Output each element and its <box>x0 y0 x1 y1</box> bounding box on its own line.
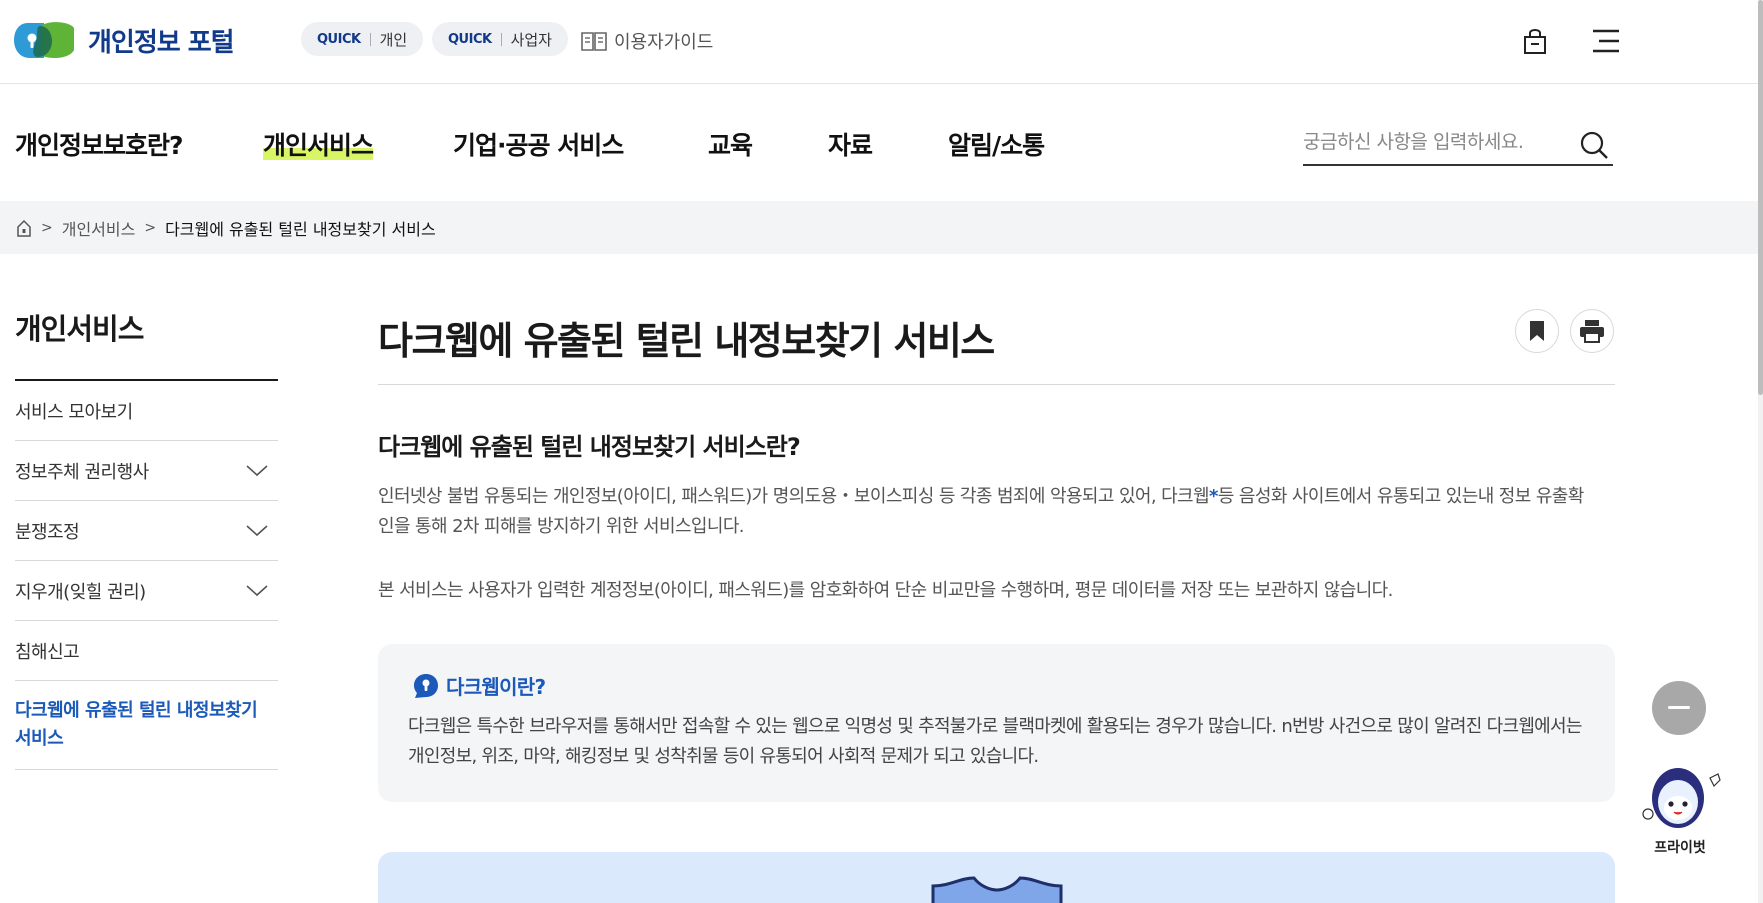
sidebar-item-overview[interactable]: 서비스 모아보기 <box>15 381 278 441</box>
quick-tag: QUICK <box>317 31 361 47</box>
sidebar-item-darkweb[interactable]: 다크웹에 유출된 털린 내정보찾기 서비스 <box>15 681 278 770</box>
divider <box>369 32 371 46</box>
breadcrumb: > 개인서비스 > 다크웹에 유출된 털린 내정보찾기 서비스 <box>0 201 1758 254</box>
gnb-item-notice[interactable]: 알림/소통 <box>948 126 1045 162</box>
sidebar-item-rights[interactable]: 정보주체 권리행사 <box>15 441 278 501</box>
gnb-item-business-service[interactable]: 기업·공공 서비스 <box>453 126 624 162</box>
site-logo[interactable]: 개인정보 포털 <box>14 20 235 60</box>
chatbot-label: 프라이벗 <box>1654 840 1706 856</box>
gnb-label: 개인서비스 <box>263 131 374 160</box>
breadcrumb-item[interactable]: 개인서비스 <box>62 216 136 240</box>
top-bar: 개인정보 포털 QUICK 개인 QUICK 사업자 이용자가이드 <box>0 0 1758 84</box>
sidebar-menu: 서비스 모아보기 정보주체 권리행사 분쟁조정 지우개(잊힐 권리) 침해신고 … <box>15 381 278 770</box>
chevron-right-icon: > <box>144 219 157 236</box>
global-navigation: 개인정보보호란? 개인서비스 기업·공공 서비스 교육 자료 알림/소통 <box>0 84 1758 201</box>
page-scrollbar[interactable] <box>1758 0 1763 903</box>
sidebar-title: 개인서비스 <box>15 312 144 346</box>
chatbot-button[interactable] <box>1638 762 1722 832</box>
gnb-label: 개인정보보호란? <box>15 131 184 160</box>
minus-icon <box>1668 706 1690 709</box>
divider <box>378 384 1615 385</box>
chevron-down-icon <box>246 584 268 596</box>
intro-text: 인터넷상 불법 유통되는 개인정보(아이디, 패스워드)가 명의도용・보이스피싱… <box>378 486 1210 507</box>
intro-paragraph: 인터넷상 불법 유통되는 개인정보(아이디, 패스워드)가 명의도용・보이스피싱… <box>378 482 1598 542</box>
info-heading: 다크웹이란? <box>412 671 546 700</box>
search-button[interactable] <box>1579 130 1609 164</box>
shield-icon <box>931 876 1063 903</box>
user-guide-link[interactable]: 이용자가이드 <box>580 28 713 54</box>
quick-personal-label: 개인 <box>379 30 408 49</box>
sidebar-item-label: 정보주체 권리행사 <box>15 461 149 483</box>
user-guide-label: 이용자가이드 <box>614 32 714 53</box>
privacy-paragraph: 본 서비스는 사용자가 입력한 계정정보(아이디, 패스워드)를 암호화하여 단… <box>378 580 1393 601</box>
print-button[interactable] <box>1570 309 1614 353</box>
page-title: 다크웹에 유출된 털린 내정보찾기 서비스 <box>378 319 995 363</box>
section-title: 다크웹에 유출된 털린 내정보찾기 서비스란? <box>378 433 801 461</box>
quick-business-label: 사업자 <box>510 30 552 49</box>
collapse-float-button[interactable] <box>1652 681 1706 735</box>
gnb-label: 교육 <box>708 131 753 160</box>
divider <box>500 32 502 46</box>
quick-tag: QUICK <box>448 31 492 47</box>
sidebar-item-report[interactable]: 침해신고 <box>15 621 278 681</box>
footnote-star: * <box>1208 486 1218 507</box>
bookmark-icon <box>1530 321 1544 341</box>
sidebar-item-label: 지우개(잊힐 권리) <box>15 581 146 603</box>
info-title: 다크웹이란? <box>446 675 546 699</box>
sidebar-item-eraser[interactable]: 지우개(잊힐 권리) <box>15 561 278 621</box>
sidebar-item-dispute[interactable]: 분쟁조정 <box>15 501 278 561</box>
sidebar-item-label: 분쟁조정 <box>15 521 80 543</box>
search-box <box>1303 122 1613 166</box>
gnb-item-resources[interactable]: 자료 <box>828 126 873 162</box>
bookmark-button[interactable] <box>1515 309 1559 353</box>
speech-lock-icon <box>414 673 438 698</box>
service-banner <box>378 852 1615 903</box>
scrollbar-thumb[interactable] <box>1758 0 1763 395</box>
sidebar-item-label: 침해신고 <box>15 641 80 663</box>
breadcrumb-current: 다크웹에 유출된 털린 내정보찾기 서비스 <box>165 219 436 239</box>
home-icon[interactable] <box>16 219 32 237</box>
menu-icon <box>1593 29 1619 53</box>
darkweb-info-box: 다크웹이란? 다크웹은 특수한 브라우저를 통해서만 접속할 수 있는 웹으로 … <box>378 644 1615 802</box>
gnb-item-personal-service[interactable]: 개인서비스 <box>263 126 374 162</box>
gnb-label: 자료 <box>828 131 873 160</box>
chatbot-mascot-icon <box>1642 768 1721 828</box>
info-text: 다크웹은 특수한 브라우저를 통해서만 접속할 수 있는 웹으로 익명성 및 추… <box>408 716 1582 767</box>
quick-business-button[interactable]: QUICK 사업자 <box>432 22 568 56</box>
gnb-label: 기업·공공 서비스 <box>453 131 624 160</box>
quick-personal-button[interactable]: QUICK 개인 <box>301 22 424 56</box>
logo-text: 개인정보 포털 <box>88 27 235 58</box>
sidebar-item-label: 다크웹에 유출된 털린 내정보찾기 서비스 <box>15 700 258 749</box>
chevron-down-icon <box>246 464 268 476</box>
gnb-item-education[interactable]: 교육 <box>708 126 753 162</box>
chevron-right-icon: > <box>41 219 53 236</box>
gnb-item-privacy[interactable]: 개인정보보호란? <box>15 126 184 162</box>
book-icon <box>581 32 607 51</box>
gnb-label: 알림/소통 <box>948 131 1045 160</box>
search-icon <box>1580 131 1608 159</box>
all-menu-button[interactable] <box>1588 24 1622 58</box>
sidebar-item-label: 서비스 모아보기 <box>15 401 133 423</box>
lock-button[interactable] <box>1518 24 1552 58</box>
chevron-down-icon <box>246 524 268 536</box>
logo-mark-icon <box>14 20 74 60</box>
print-icon <box>1580 320 1604 343</box>
lock-icon <box>1524 29 1546 54</box>
search-input[interactable] <box>1303 122 1563 162</box>
